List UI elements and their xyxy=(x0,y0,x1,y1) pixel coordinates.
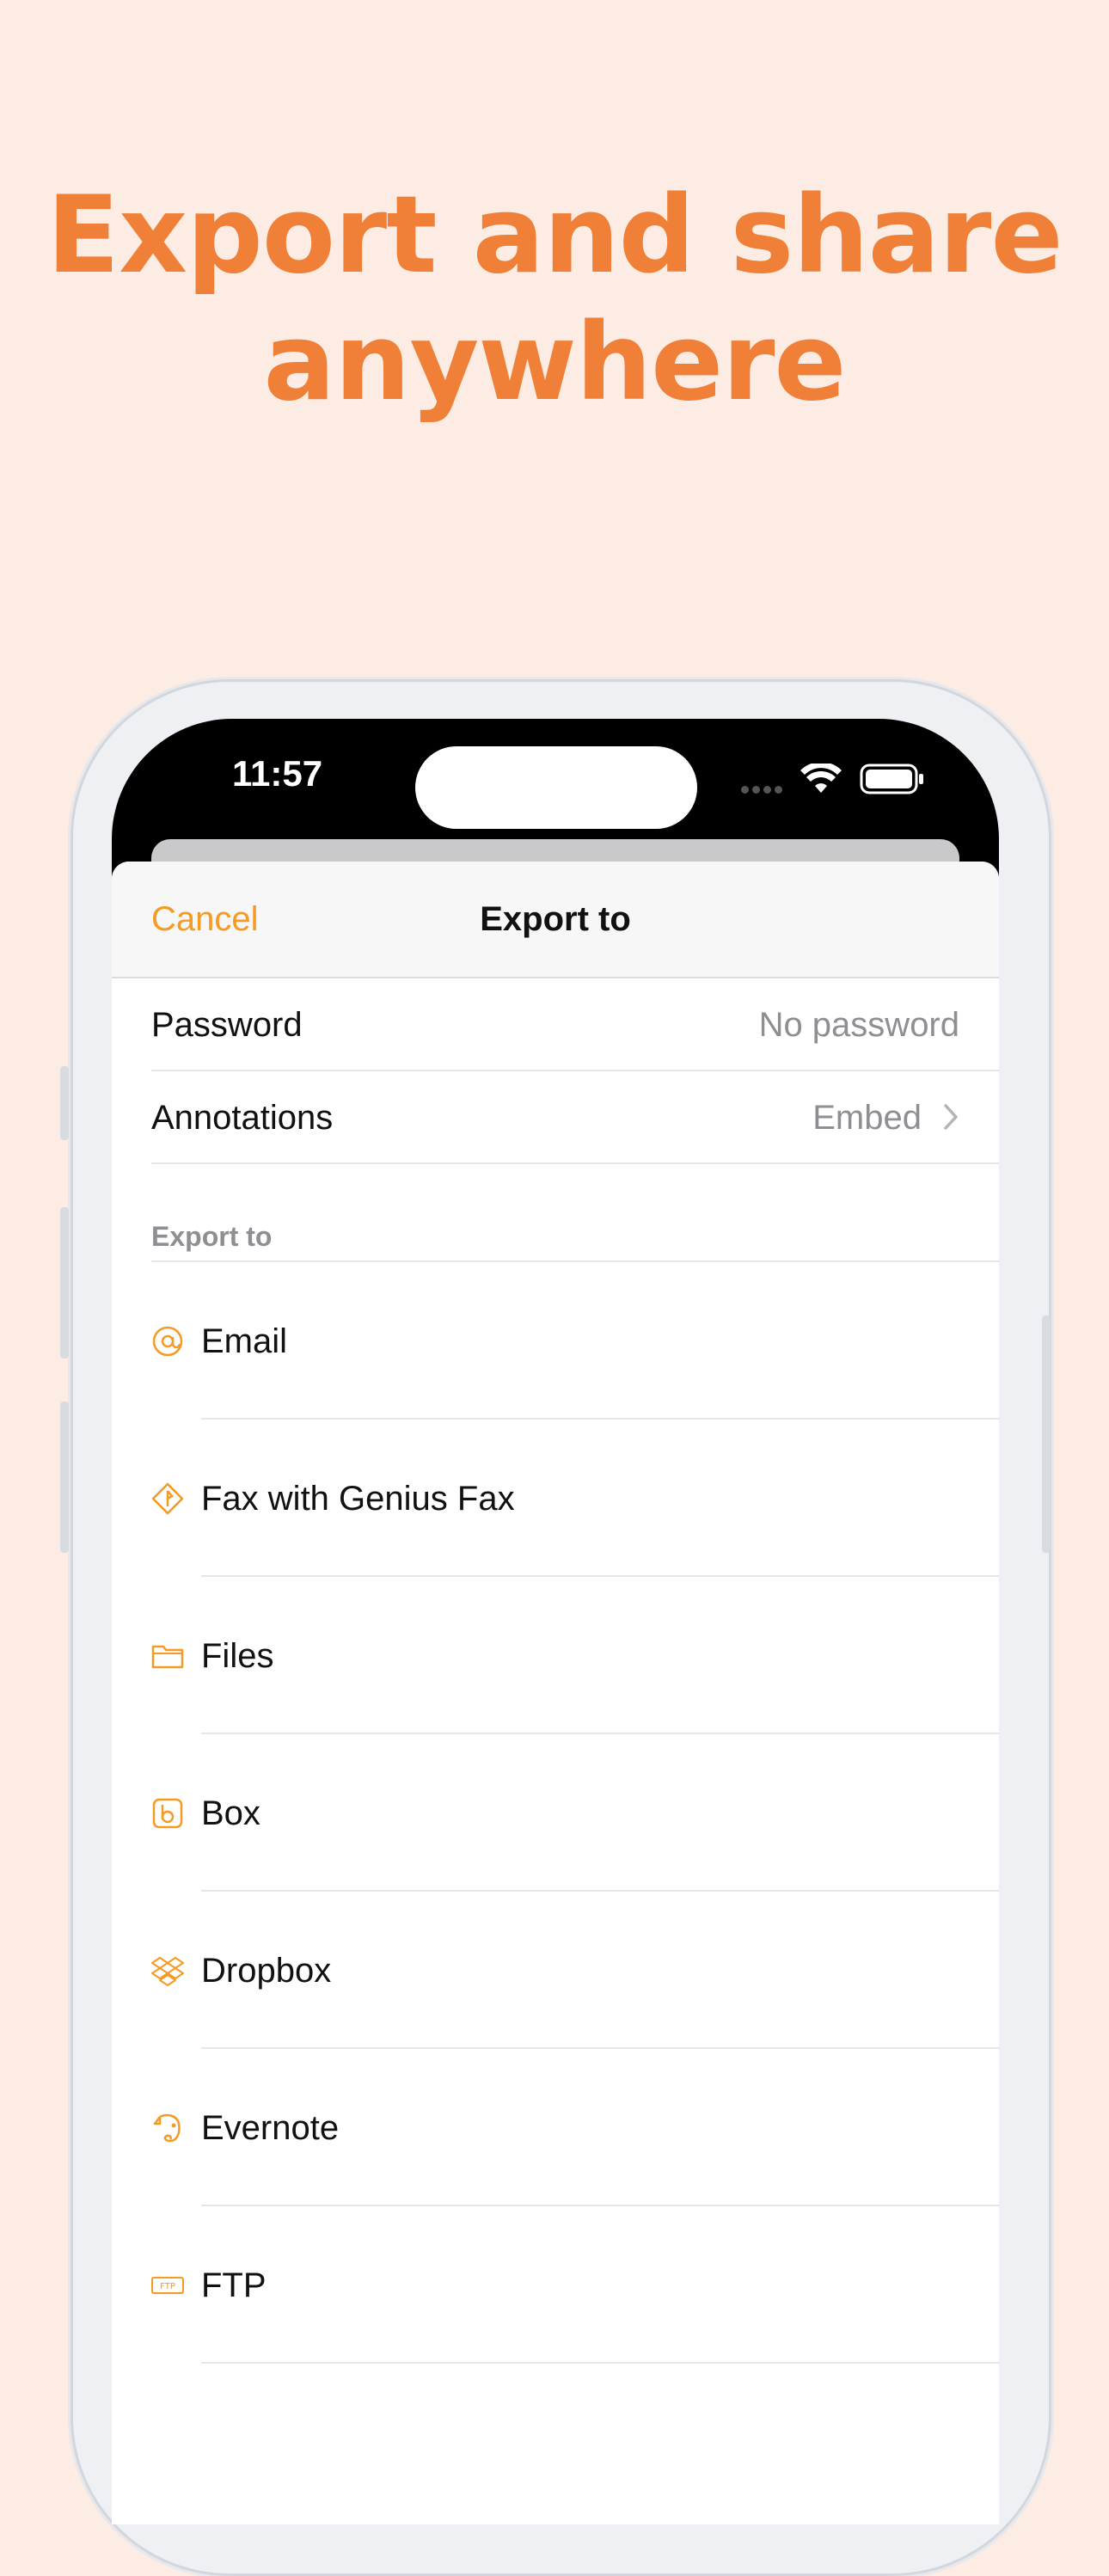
destination-ftp[interactable]: FTP FTP xyxy=(112,2206,999,2364)
destination-label: Box xyxy=(201,1794,260,1832)
destination-label: Email xyxy=(201,1322,288,1360)
cellular-signal-icon xyxy=(741,782,786,798)
ftp-icon: FTP xyxy=(151,2277,184,2294)
headline-line-2: anywhere xyxy=(263,301,847,425)
at-icon xyxy=(152,1326,183,1357)
phone-screen: 11:57 Cancel Export to Password No passw… xyxy=(112,719,999,2524)
destination-label: FTP xyxy=(201,2266,267,2304)
password-value: No password xyxy=(758,1006,959,1044)
destination-label: Files xyxy=(201,1637,274,1675)
export-sheet: Cancel Export to Password No password An… xyxy=(112,862,999,2524)
dropbox-icon xyxy=(151,1957,184,1986)
divider xyxy=(201,2362,999,2364)
password-row[interactable]: Password No password xyxy=(151,978,999,1071)
wifi-icon xyxy=(800,764,842,793)
chevron-right-icon xyxy=(944,1104,958,1130)
password-label: Password xyxy=(151,1006,303,1044)
section-header-label: Export to xyxy=(151,1221,273,1252)
genius-fax-icon xyxy=(151,1482,184,1515)
box-icon xyxy=(152,1798,183,1829)
phone-action-button xyxy=(60,1066,69,1140)
headline: Export and share anywhere xyxy=(0,172,1109,426)
destination-files[interactable]: Files xyxy=(112,1577,999,1734)
destination-box[interactable]: Box xyxy=(112,1734,999,1892)
annotations-label: Annotations xyxy=(151,1099,334,1137)
annotations-value: Embed xyxy=(812,1099,922,1137)
phone-power-button xyxy=(1042,1316,1051,1553)
destination-genius-fax[interactable]: Fax with Genius Fax xyxy=(112,1420,999,1577)
phone-volume-up-button xyxy=(60,1207,69,1359)
annotations-row[interactable]: Annotations Embed xyxy=(151,1071,999,1164)
evernote-icon xyxy=(153,2113,181,2143)
dynamic-island xyxy=(415,746,697,829)
battery-icon xyxy=(860,764,923,794)
destination-dropbox[interactable]: Dropbox xyxy=(112,1892,999,2049)
sheet-nav-bar: Cancel Export to xyxy=(112,862,999,978)
destination-evernote[interactable]: Evernote xyxy=(112,2049,999,2206)
export-section-header: Export to xyxy=(151,1164,999,1262)
destination-label: Dropbox xyxy=(201,1952,332,1990)
destination-label: Fax with Genius Fax xyxy=(201,1480,515,1518)
sheet-title: Export to xyxy=(480,900,631,938)
headline-line-1: Export and share xyxy=(46,174,1063,297)
svg-text:FTP: FTP xyxy=(160,2282,175,2291)
phone-volume-down-button xyxy=(60,1401,69,1553)
destination-email[interactable]: Email xyxy=(112,1262,999,1420)
folder-icon xyxy=(151,1645,184,1669)
destination-label: Evernote xyxy=(201,2109,340,2147)
status-time: 11:57 xyxy=(232,753,323,794)
